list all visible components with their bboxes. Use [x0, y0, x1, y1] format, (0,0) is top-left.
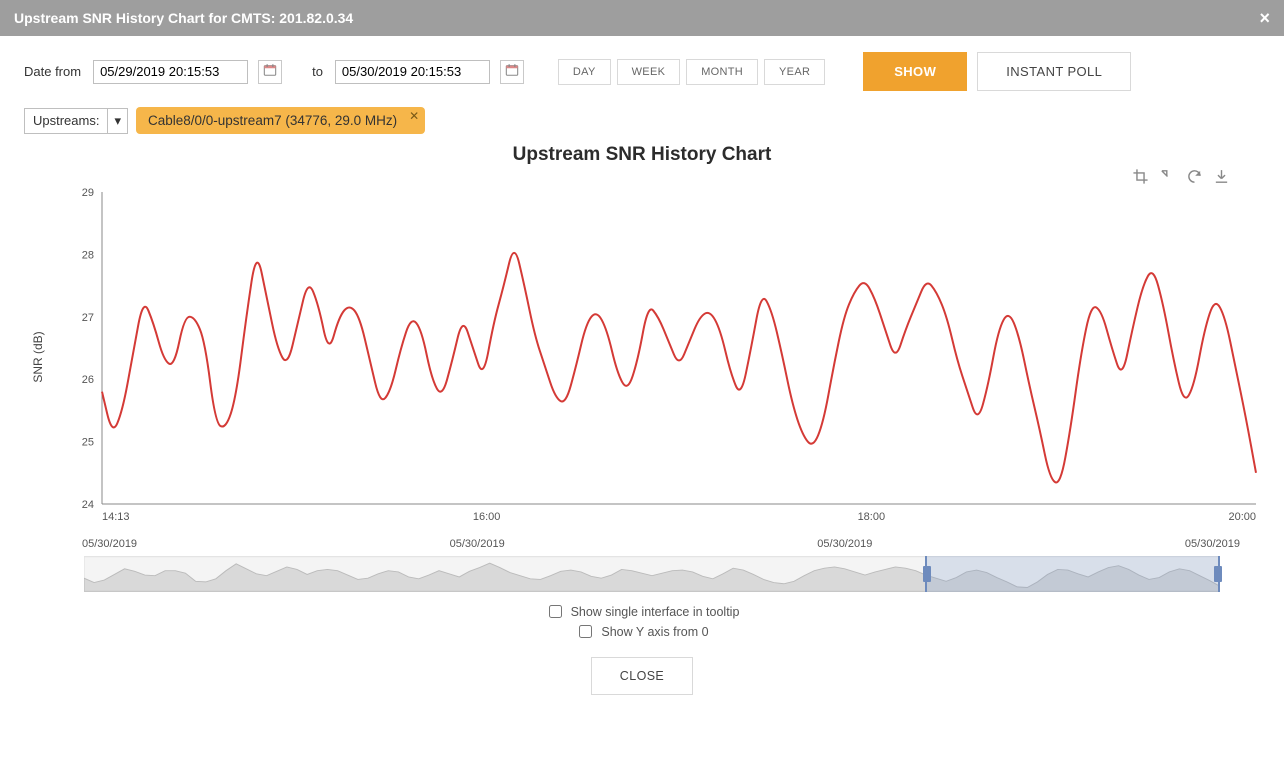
date-from-input[interactable]	[93, 60, 248, 84]
upstream-chip: Cable8/0/0-upstream7 (34776, 29.0 MHz) ✕	[136, 107, 425, 134]
remove-chip-icon[interactable]: ✕	[409, 109, 419, 123]
yaxis-zero-option[interactable]: Show Y axis from 0	[575, 622, 708, 641]
dialog-titlebar: Upstream SNR History Chart for CMTS: 201…	[0, 0, 1284, 36]
range-button-group: DAY WEEK MONTH YEAR	[558, 59, 825, 85]
instant-poll-button[interactable]: INSTANT POLL	[977, 52, 1131, 91]
x-date-1: 05/30/2019	[450, 538, 505, 550]
single-interface-checkbox[interactable]	[549, 605, 562, 618]
svg-text:24: 24	[82, 499, 94, 511]
date-from-label: Date from	[24, 64, 81, 79]
x-date-2: 05/30/2019	[817, 538, 872, 550]
svg-text:27: 27	[82, 312, 94, 324]
single-interface-label: Show single interface in tooltip	[571, 605, 740, 619]
date-to-input[interactable]	[335, 60, 490, 84]
x-axis-date-row: 05/30/2019 05/30/2019 05/30/2019 05/30/2…	[82, 538, 1240, 550]
date-to-calendar-button[interactable]	[500, 60, 524, 84]
scrubber-handle-left[interactable]	[923, 566, 931, 582]
chart-options: Show single interface in tooltip Show Y …	[24, 602, 1260, 641]
close-button[interactable]: CLOSE	[591, 657, 693, 695]
date-from-calendar-button[interactable]	[258, 60, 282, 84]
calendar-icon	[263, 63, 277, 80]
svg-text:18:00: 18:00	[858, 511, 886, 523]
range-week-button[interactable]: WEEK	[617, 59, 681, 85]
svg-text:29: 29	[82, 187, 94, 199]
y-axis-label: SNR (dB)	[31, 331, 45, 382]
date-to-label: to	[312, 64, 323, 79]
svg-text:26: 26	[82, 374, 94, 386]
scrubber-selection[interactable]	[925, 556, 1220, 592]
scrubber-handle-right[interactable]	[1214, 566, 1222, 582]
upstream-row: Upstreams: ▾ Cable8/0/0-upstream7 (34776…	[24, 107, 1260, 134]
chevron-down-icon[interactable]: ▾	[107, 109, 127, 133]
filter-row: Date from to DAY WEEK MONTH YEAR SHOW IN…	[24, 52, 1260, 91]
yaxis-zero-checkbox[interactable]	[579, 625, 592, 638]
svg-text:14:13: 14:13	[102, 511, 130, 523]
close-icon[interactable]: ×	[1259, 9, 1270, 27]
snr-line-chart[interactable]: 24 25 26 27 28 29 14:13 16:00 18:00 20:00	[64, 182, 1264, 532]
x-date-0: 05/30/2019	[82, 538, 137, 550]
show-button[interactable]: SHOW	[863, 52, 967, 91]
svg-text:28: 28	[82, 249, 94, 261]
range-day-button[interactable]: DAY	[558, 59, 611, 85]
dialog-title: Upstream SNR History Chart for CMTS: 201…	[14, 10, 353, 26]
svg-text:20:00: 20:00	[1228, 511, 1256, 523]
action-button-group: SHOW INSTANT POLL	[863, 52, 1131, 91]
range-month-button[interactable]: MONTH	[686, 59, 758, 85]
calendar-icon	[505, 63, 519, 80]
upstream-chip-label: Cable8/0/0-upstream7 (34776, 29.0 MHz)	[148, 113, 397, 128]
chart-scrubber[interactable]	[84, 556, 1220, 592]
yaxis-zero-label: Show Y axis from 0	[601, 625, 708, 639]
upstreams-dropdown[interactable]: Upstreams: ▾	[24, 108, 128, 134]
upstreams-label: Upstreams:	[25, 113, 107, 128]
chart-title: Upstream SNR History Chart	[513, 144, 772, 166]
range-year-button[interactable]: YEAR	[764, 59, 825, 85]
svg-text:25: 25	[82, 437, 94, 449]
svg-text:16:00: 16:00	[473, 511, 501, 523]
x-date-3: 05/30/2019	[1185, 538, 1240, 550]
single-interface-option[interactable]: Show single interface in tooltip	[545, 602, 740, 621]
